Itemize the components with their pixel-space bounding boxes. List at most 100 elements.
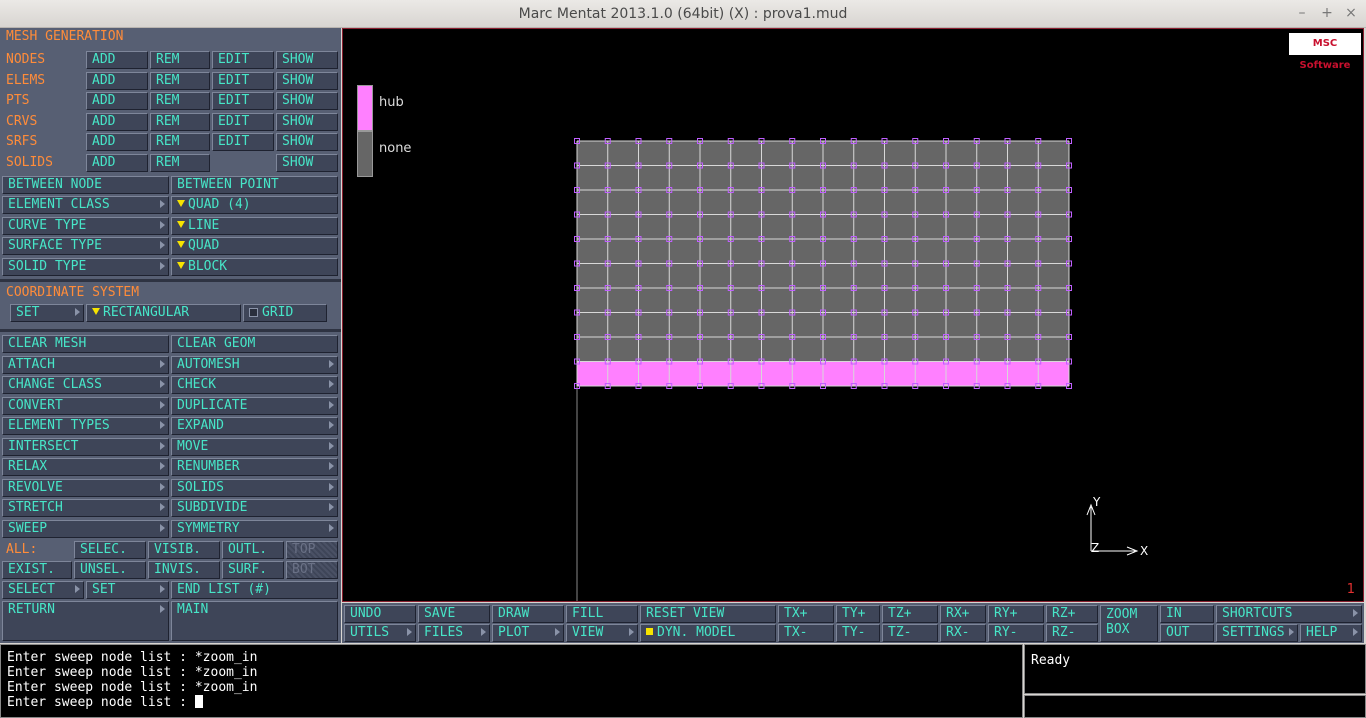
- convert-button[interactable]: CONVERT: [2, 396, 169, 415]
- zoom-out-button[interactable]: OUT: [1160, 624, 1214, 642]
- maximize-button[interactable]: +: [1318, 4, 1336, 22]
- nodes-rem-button[interactable]: REM: [150, 51, 210, 69]
- rx-plus-button[interactable]: RX+: [940, 605, 986, 623]
- tx-minus-button[interactable]: TX-: [778, 624, 834, 642]
- renumber-button[interactable]: RENUMBER: [171, 458, 338, 476]
- ty-plus-button[interactable]: TY+: [836, 605, 880, 623]
- elems-edit-button[interactable]: EDIT: [212, 71, 274, 90]
- minimize-button[interactable]: –: [1293, 4, 1311, 22]
- draw-button[interactable]: DRAW: [492, 605, 564, 623]
- solid-type-dropdown[interactable]: BLOCK: [171, 257, 338, 276]
- invisible-button[interactable]: INVIS.: [148, 561, 220, 579]
- srfs-add-button[interactable]: ADD: [86, 133, 148, 151]
- rz-minus-button[interactable]: RZ-: [1046, 624, 1098, 642]
- unselected-button[interactable]: UNSEL.: [74, 561, 146, 579]
- pts-rem-button[interactable]: REM: [150, 92, 210, 110]
- nodes-add-button[interactable]: ADD: [86, 51, 148, 69]
- view-button[interactable]: VIEW: [566, 624, 638, 642]
- between-point-button[interactable]: BETWEEN POINT: [171, 176, 338, 194]
- sweep-button[interactable]: SWEEP: [2, 519, 169, 538]
- utils-button[interactable]: UTILS: [344, 624, 416, 642]
- automesh-button[interactable]: AUTOMESH: [171, 355, 338, 374]
- return-button[interactable]: RETURN: [2, 601, 169, 641]
- surface-type-button[interactable]: SURFACE TYPE: [2, 237, 169, 255]
- settings-button[interactable]: SETTINGS: [1216, 624, 1298, 642]
- pts-add-button[interactable]: ADD: [86, 92, 148, 110]
- select-all-visible-button[interactable]: VISIB.: [148, 541, 220, 559]
- clear-geom-button[interactable]: CLEAR GEOM: [171, 335, 338, 353]
- coord-type-dropdown[interactable]: RECTANGULAR: [86, 304, 241, 322]
- select-button[interactable]: SELECT: [2, 581, 84, 599]
- help-button[interactable]: HELP: [1300, 624, 1362, 642]
- nodes-show-button[interactable]: SHOW: [276, 51, 338, 69]
- expand-button[interactable]: EXPAND: [171, 417, 338, 435]
- srfs-rem-button[interactable]: REM: [150, 133, 210, 151]
- coord-set-button[interactable]: SET: [10, 304, 84, 322]
- surface-type-dropdown[interactable]: QUAD: [171, 237, 338, 255]
- nodes-edit-button[interactable]: EDIT: [212, 51, 274, 69]
- clear-mesh-button[interactable]: CLEAR MESH: [2, 335, 169, 353]
- element-class-dropdown[interactable]: QUAD (4): [171, 196, 338, 214]
- undo-button[interactable]: UNDO: [344, 605, 416, 623]
- crvs-edit-button[interactable]: EDIT: [212, 112, 274, 131]
- tz-plus-button[interactable]: TZ+: [882, 605, 938, 623]
- duplicate-button[interactable]: DUPLICATE: [171, 396, 338, 415]
- plot-button[interactable]: PLOT: [492, 624, 564, 642]
- main-button[interactable]: MAIN: [171, 601, 338, 641]
- dyn-model-toggle[interactable]: DYN. MODEL: [640, 624, 776, 642]
- ry-plus-button[interactable]: RY+: [988, 605, 1044, 623]
- grid-toggle[interactable]: GRID: [243, 304, 327, 322]
- console-input-line[interactable]: Enter sweep node list :: [7, 695, 1016, 710]
- solids-rem-button[interactable]: REM: [150, 153, 210, 172]
- select-all-selected-button[interactable]: SELEC.: [74, 541, 146, 559]
- pts-edit-button[interactable]: EDIT: [212, 92, 274, 110]
- rx-minus-button[interactable]: RX-: [940, 624, 986, 642]
- attach-button[interactable]: ATTACH: [2, 355, 169, 374]
- pts-show-button[interactable]: SHOW: [276, 92, 338, 110]
- crvs-show-button[interactable]: SHOW: [276, 112, 338, 131]
- move-button[interactable]: MOVE: [171, 437, 338, 456]
- ry-minus-button[interactable]: RY-: [988, 624, 1044, 642]
- rz-plus-button[interactable]: RZ+: [1046, 605, 1098, 623]
- stretch-button[interactable]: STRETCH: [2, 499, 169, 517]
- shortcuts-button[interactable]: SHORTCUTS: [1216, 605, 1362, 623]
- check-button[interactable]: CHECK: [171, 376, 338, 394]
- solids-button[interactable]: SOLIDS: [171, 478, 338, 497]
- ty-minus-button[interactable]: TY-: [836, 624, 880, 642]
- set-button[interactable]: SET: [86, 581, 169, 599]
- surface-button[interactable]: SURF.: [222, 561, 284, 579]
- files-button[interactable]: FILES: [418, 624, 490, 642]
- element-types-button[interactable]: ELEMENT TYPES: [2, 417, 169, 435]
- command-console[interactable]: Enter sweep node list : *zoom_in Enter sw…: [0, 644, 1023, 718]
- srfs-show-button[interactable]: SHOW: [276, 133, 338, 151]
- select-all-outline-button[interactable]: OUTL.: [222, 541, 284, 559]
- srfs-edit-button[interactable]: EDIT: [212, 133, 274, 151]
- zoom-in-button[interactable]: IN: [1160, 605, 1214, 623]
- revolve-button[interactable]: REVOLVE: [2, 478, 169, 497]
- crvs-rem-button[interactable]: REM: [150, 112, 210, 131]
- elems-rem-button[interactable]: REM: [150, 71, 210, 90]
- end-list-button[interactable]: END LIST (#): [171, 581, 338, 599]
- zoom-box-button[interactable]: ZOOM BOX: [1100, 605, 1158, 642]
- exist-button[interactable]: EXIST.: [2, 561, 72, 579]
- solids-show-button[interactable]: SHOW: [276, 153, 338, 172]
- save-button[interactable]: SAVE: [418, 605, 490, 623]
- tx-plus-button[interactable]: TX+: [778, 605, 834, 623]
- fill-button[interactable]: FILL: [566, 605, 638, 623]
- graphics-viewport[interactable]: X Y Z MSC Software hub none 1: [342, 28, 1364, 602]
- symmetry-button[interactable]: SYMMETRY: [171, 519, 338, 538]
- curve-type-dropdown[interactable]: LINE: [171, 216, 338, 235]
- close-button[interactable]: ×: [1342, 4, 1360, 22]
- relax-button[interactable]: RELAX: [2, 458, 169, 476]
- solid-type-button[interactable]: SOLID TYPE: [2, 257, 169, 276]
- reset-view-button[interactable]: RESET VIEW: [640, 605, 776, 623]
- intersect-button[interactable]: INTERSECT: [2, 437, 169, 456]
- subdivide-button[interactable]: SUBDIVIDE: [171, 499, 338, 517]
- between-node-button[interactable]: BETWEEN NODE: [2, 176, 169, 194]
- crvs-add-button[interactable]: ADD: [86, 112, 148, 131]
- tz-minus-button[interactable]: TZ-: [882, 624, 938, 642]
- change-class-button[interactable]: CHANGE CLASS: [2, 376, 169, 394]
- solids-add-button[interactable]: ADD: [86, 153, 148, 172]
- curve-type-button[interactable]: CURVE TYPE: [2, 216, 169, 235]
- element-class-button[interactable]: ELEMENT CLASS: [2, 196, 169, 214]
